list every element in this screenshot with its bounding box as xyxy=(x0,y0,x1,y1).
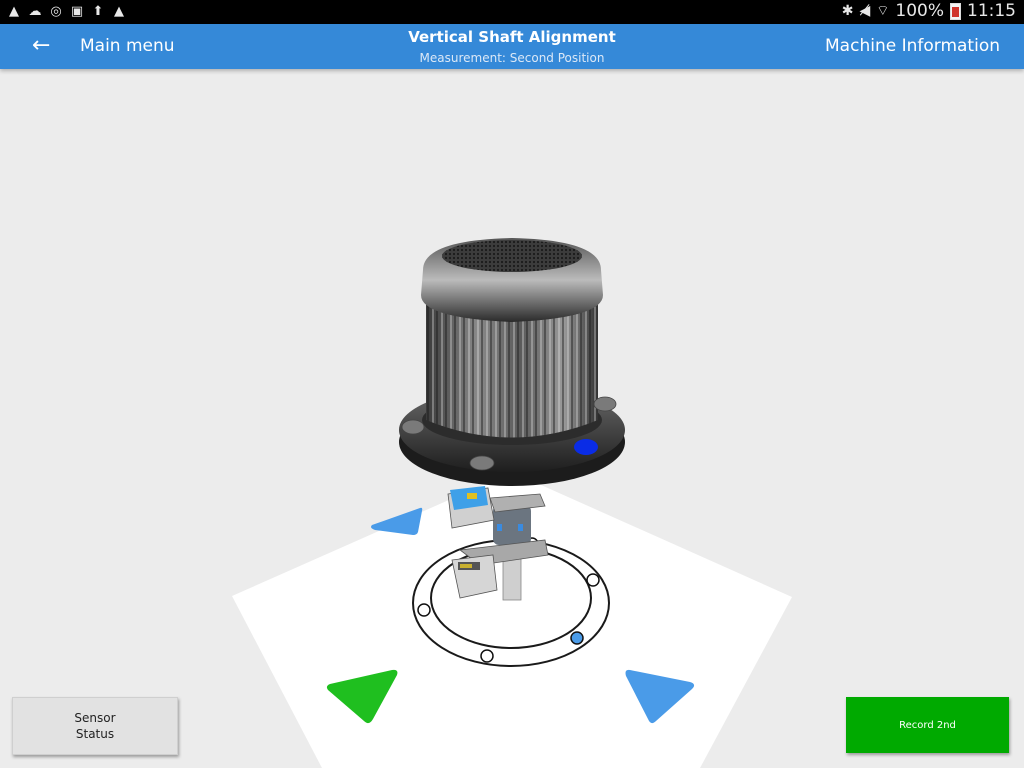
flange-bolt xyxy=(469,455,495,471)
battery-percent: 100% xyxy=(895,1,944,21)
coupling-mark xyxy=(497,524,502,531)
onenote-icon: ▣ xyxy=(70,4,84,19)
flange-bolt xyxy=(593,396,617,412)
ring-hole xyxy=(480,649,494,663)
warning-icon: ▲ xyxy=(9,4,19,19)
record-button[interactable]: Record 2nd xyxy=(846,697,1009,753)
3d-scene[interactable] xyxy=(0,69,1024,768)
coupling-mark xyxy=(518,524,523,531)
fan-grille xyxy=(442,240,582,272)
flange-bolt-marker xyxy=(574,439,598,455)
ring-hole xyxy=(417,603,431,617)
flange-bolt xyxy=(401,419,425,435)
upper-sensor xyxy=(447,486,495,529)
notification-icons: ▲ ☁ ◎ ▣ ⬆ ▲ xyxy=(6,3,127,21)
wifi-icon: ⌔ xyxy=(876,3,890,19)
battery-icon xyxy=(950,2,961,20)
upload-icon: ⬆ xyxy=(92,4,104,19)
warning-icon: ▲ xyxy=(114,4,124,19)
position-arrow-back-left[interactable] xyxy=(371,507,423,535)
clock: 11:15 xyxy=(967,1,1016,21)
bluetooth-icon: ✱ xyxy=(841,3,854,19)
sensor-status-label-line2: Status xyxy=(75,727,115,741)
ring-marker-current xyxy=(570,631,584,645)
mute-icon: ◀̸ xyxy=(859,3,871,19)
cloud-icon: ☁ xyxy=(28,4,42,19)
sensor-status-label-line1: Sensor xyxy=(74,711,116,725)
sensor-status-button[interactable]: Sensor Status xyxy=(12,697,178,755)
machine-information-link[interactable]: Machine Information xyxy=(825,36,1000,56)
ring-hole xyxy=(586,573,600,587)
app-bar: ← Main menu Vertical Shaft Alignment Mea… xyxy=(0,24,1024,69)
sync-icon: ◎ xyxy=(50,4,62,19)
lower-sensor xyxy=(451,554,498,599)
system-indicators: ✱ ◀̸ ⌔ 100% 11:15 xyxy=(842,1,1016,21)
status-bar: ▲ ☁ ◎ ▣ ⬆ ▲ ✱ ◀̸ ⌔ 100% 11:15 xyxy=(0,0,1024,24)
